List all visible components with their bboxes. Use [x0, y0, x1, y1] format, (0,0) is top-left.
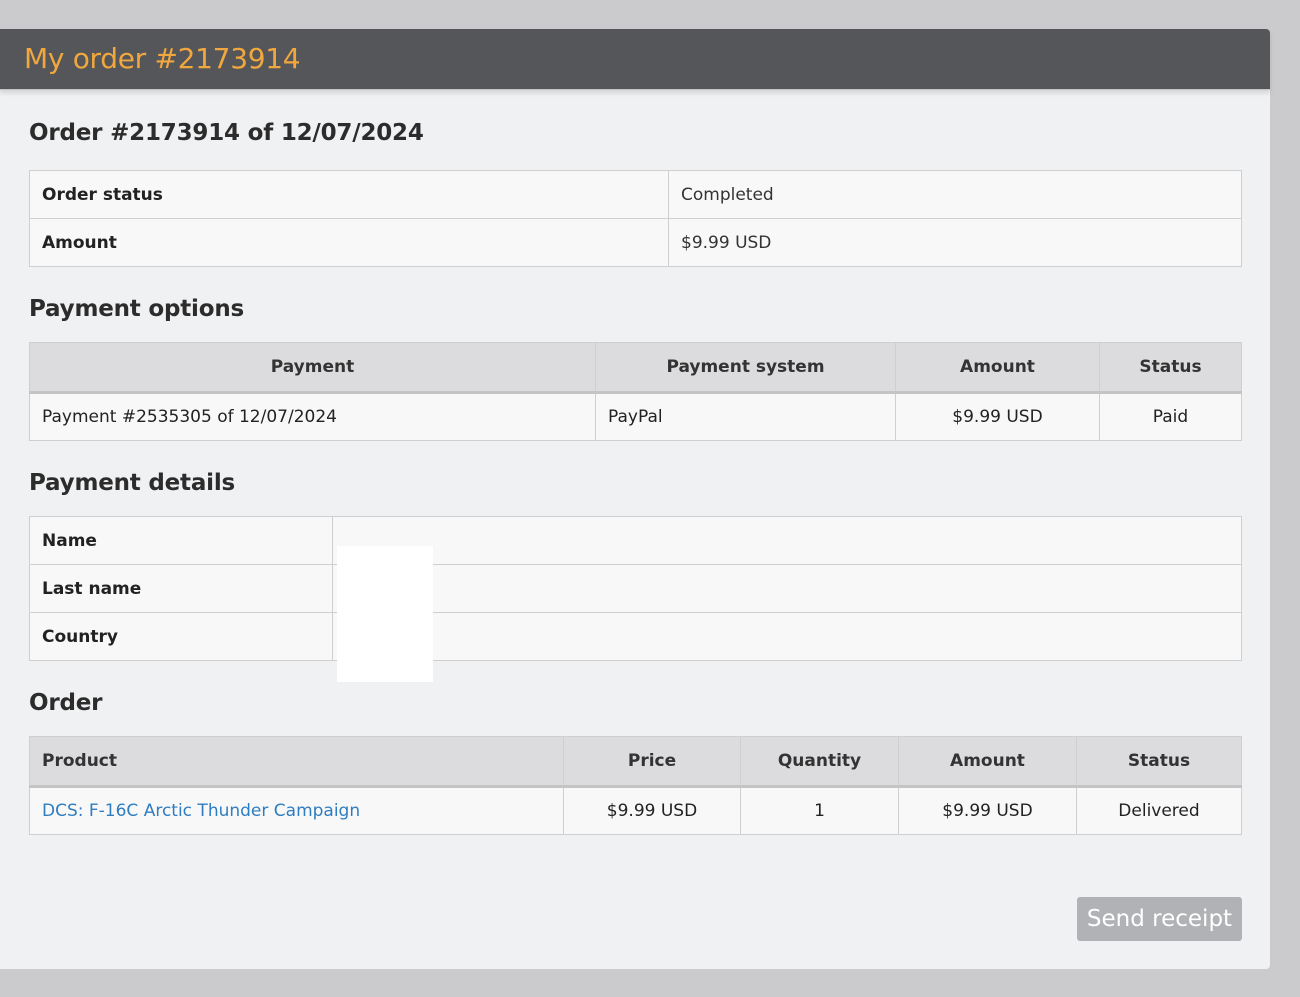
col-header-payment: Payment [29, 342, 596, 394]
quantity-cell: 1 [740, 786, 899, 835]
col-header-amount: Amount [898, 736, 1077, 788]
order-status-label: Order status [29, 170, 669, 219]
order-panel: My order #2173914 Order #2173914 of 12/0… [0, 29, 1270, 969]
name-label: Name [29, 516, 333, 565]
order-items-heading: Order [29, 690, 103, 716]
order-status-value: Completed [668, 170, 1242, 219]
send-receipt-button[interactable]: Send receipt [1077, 897, 1242, 941]
table-row: Country [29, 612, 1242, 661]
payment-amount-cell: $9.99 USD [895, 392, 1100, 441]
last-name-label: Last name [29, 564, 333, 613]
payment-system-cell: PayPal [595, 392, 896, 441]
col-header-product: Product [29, 736, 564, 788]
order-heading: Order #2173914 of 12/07/2024 [29, 120, 424, 146]
table-row: Payment #2535305 of 12/07/2024 PayPal $9… [29, 392, 1242, 441]
payment-cell: Payment #2535305 of 12/07/2024 [29, 392, 596, 441]
page-title: My order #2173914 [24, 42, 301, 75]
panel-body: Order #2173914 of 12/07/2024 Order statu… [0, 90, 1270, 835]
payment-options-table: Payment Payment system Amount Status Pay… [29, 342, 1242, 441]
table-row: Name [29, 516, 1242, 565]
amount-cell: $9.99 USD [898, 786, 1077, 835]
table-row: Last name [29, 564, 1242, 613]
table-header-row: Product Price Quantity Amount Status [29, 736, 1242, 788]
status-cell: Delivered [1076, 786, 1242, 835]
payment-details-table: Name Last name Country [29, 516, 1242, 661]
order-items-table: Product Price Quantity Amount Status DCS… [29, 736, 1242, 835]
amount-value: $9.99 USD [668, 218, 1242, 267]
table-row: Amount $9.99 USD [29, 218, 1242, 267]
col-header-status: Status [1076, 736, 1242, 788]
redacted-area [337, 546, 433, 682]
col-header-quantity: Quantity [740, 736, 899, 788]
col-header-amount: Amount [895, 342, 1100, 394]
panel-header: My order #2173914 [0, 29, 1270, 90]
actions-bar: Send receipt [1077, 897, 1242, 941]
payment-status-cell: Paid [1099, 392, 1242, 441]
table-header-row: Payment Payment system Amount Status [29, 342, 1242, 394]
col-header-price: Price [563, 736, 741, 788]
last-name-value [332, 564, 1242, 613]
country-label: Country [29, 612, 333, 661]
product-cell: DCS: F-16C Arctic Thunder Campaign [29, 786, 564, 835]
product-link[interactable]: DCS: F-16C Arctic Thunder Campaign [42, 801, 360, 821]
order-summary-table: Order status Completed Amount $9.99 USD [29, 170, 1242, 267]
country-value [332, 612, 1242, 661]
col-header-status: Status [1099, 342, 1242, 394]
payment-details-heading: Payment details [29, 470, 236, 496]
payment-options-heading: Payment options [29, 296, 244, 322]
price-cell: $9.99 USD [563, 786, 741, 835]
table-row: Order status Completed [29, 170, 1242, 219]
name-value [332, 516, 1242, 565]
amount-label: Amount [29, 218, 669, 267]
table-row: DCS: F-16C Arctic Thunder Campaign $9.99… [29, 786, 1242, 835]
col-header-payment-system: Payment system [595, 342, 896, 394]
